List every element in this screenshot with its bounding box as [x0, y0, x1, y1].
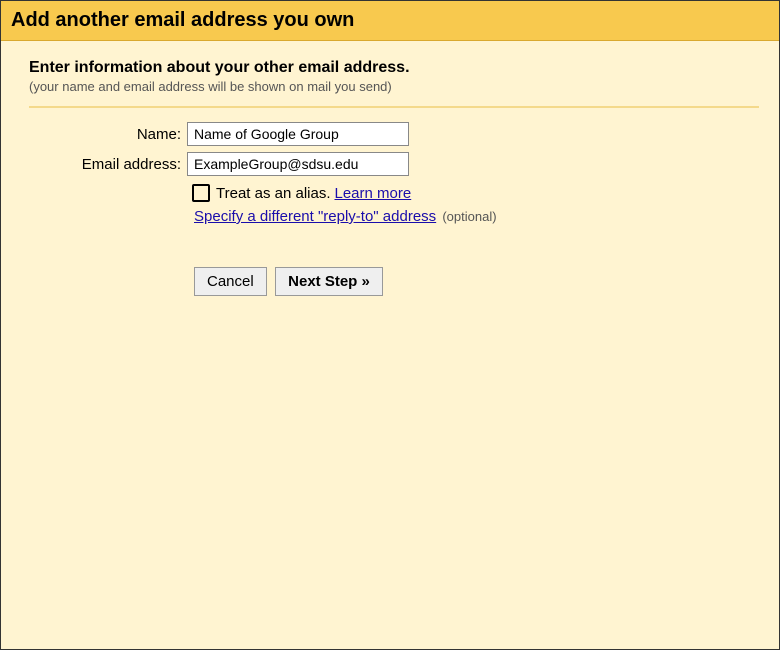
name-label: Name: [29, 126, 187, 143]
email-input[interactable] [187, 152, 409, 176]
alias-label: Treat as an alias. [216, 185, 331, 202]
add-email-dialog: Add another email address you own Enter … [0, 0, 780, 650]
learn-more-link[interactable]: Learn more [335, 185, 412, 202]
content-heading: Enter information about your other email… [29, 59, 759, 77]
reply-to-optional: (optional) [442, 209, 496, 224]
next-step-button[interactable]: Next Step » [275, 267, 383, 296]
dialog-content: Enter information about your other email… [1, 41, 779, 649]
alias-row: Treat as an alias. Learn more [29, 184, 759, 202]
name-input[interactable] [187, 122, 409, 146]
button-row: Cancel Next Step » [29, 267, 759, 296]
reply-to-row: Specify a different "reply-to" address (… [29, 208, 759, 225]
name-row: Name: [29, 122, 759, 146]
reply-to-link[interactable]: Specify a different "reply-to" address [194, 208, 436, 225]
content-subheading: (your name and email address will be sho… [29, 79, 759, 94]
divider [29, 106, 759, 108]
email-row: Email address: [29, 152, 759, 176]
email-label: Email address: [29, 156, 187, 173]
dialog-title: Add another email address you own [1, 1, 779, 41]
alias-checkbox[interactable] [192, 184, 210, 202]
cancel-button[interactable]: Cancel [194, 267, 267, 296]
